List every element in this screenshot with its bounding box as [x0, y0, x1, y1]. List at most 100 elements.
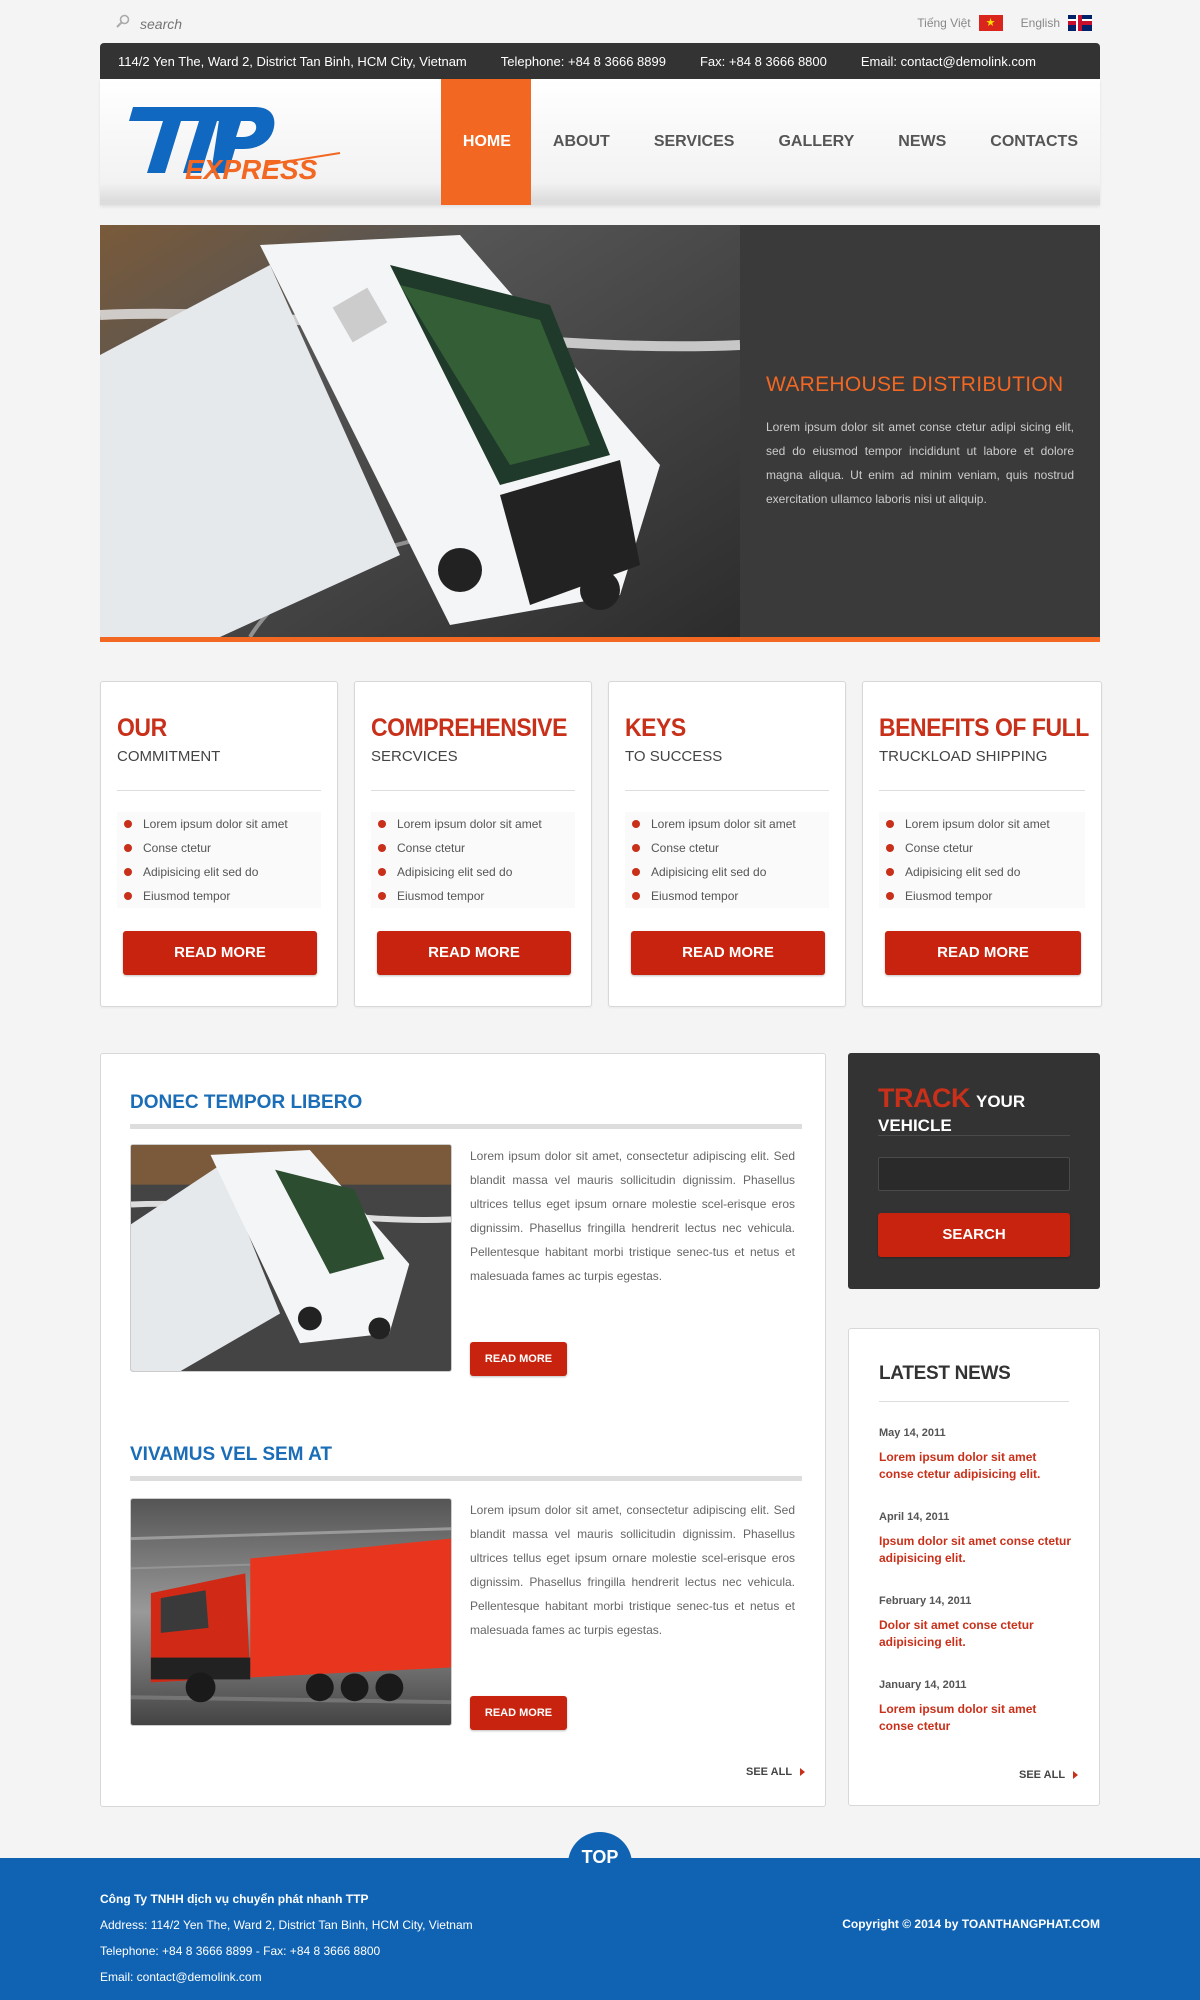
divider	[130, 1124, 802, 1129]
news-item: April 14, 2011 Ipsum dolor sit amet cons…	[879, 1511, 1074, 1567]
see-all-link[interactable]: SEE ALL	[1019, 1769, 1079, 1781]
news-link[interactable]: Lorem ipsum dolor sit amet conse ctetur …	[879, 1449, 1074, 1483]
contact-fax: Fax: +84 8 3666 8800	[700, 54, 827, 69]
list-item: Conse ctetur	[371, 836, 575, 860]
see-all-label: SEE ALL	[746, 1766, 793, 1778]
track-vehicle-widget: TRACK YOUR VEHICLE SEARCH	[848, 1053, 1100, 1289]
feature-box-services: COMPREHENSIVE SERCVICES Lorem ipsum dolo…	[354, 681, 592, 1007]
news-title: LATEST NEWS	[879, 1363, 1011, 1384]
news-date: February 14, 2011	[879, 1595, 972, 1607]
news-date: May 14, 2011	[879, 1427, 946, 1439]
list-item: Lorem ipsum dolor sit amet	[879, 812, 1085, 836]
read-more-button[interactable]: READ MORE	[377, 931, 571, 975]
contact-bar: 114/2 Yen The, Ward 2, District Tan Binh…	[100, 43, 1100, 79]
hero-truck-image	[100, 225, 740, 637]
feature-subtitle: COMMITMENT	[117, 748, 221, 765]
vietnam-flag-icon	[978, 15, 1003, 31]
feature-title: OUR	[117, 714, 167, 742]
read-more-button[interactable]: READ MORE	[470, 1696, 567, 1730]
fax-label: Fax:	[699, 53, 726, 69]
search-box	[116, 14, 300, 33]
feature-list: Lorem ipsum dolor sit amet Conse ctetur …	[625, 812, 829, 908]
news-link[interactable]: Ipsum dolor sit amet conse ctetur adipis…	[879, 1533, 1074, 1567]
news-link[interactable]: Dolor sit amet conse ctetur adipisicing …	[879, 1617, 1074, 1651]
footer-email: Email: contact@demolink.com	[100, 1970, 262, 1984]
track-title: TRACK YOUR VEHICLE	[878, 1083, 1100, 1136]
search-icon[interactable]	[116, 14, 130, 33]
nav-services[interactable]: SERVICES	[632, 79, 757, 205]
lang-english[interactable]: English	[1021, 15, 1092, 31]
news-date: April 14, 2011	[879, 1511, 950, 1523]
telephone-value: +84 8 3666 8899	[568, 53, 666, 69]
lang-vietnamese-label: Tiếng Việt	[917, 16, 971, 30]
feature-title: BENEFITS OF FULL	[879, 714, 1089, 742]
nav-gallery[interactable]: GALLERY	[756, 79, 876, 205]
read-more-button[interactable]: READ MORE	[123, 931, 317, 975]
fax-value: +84 8 3666 8800	[728, 53, 827, 69]
list-item: Adipisicing elit sed do	[879, 860, 1085, 884]
footer-copyright: Copyright © 2014 by TOANTHANGPHAT.COM	[842, 1917, 1100, 1931]
tracking-number-input[interactable]	[878, 1157, 1070, 1191]
divider	[878, 1135, 1070, 1136]
read-more-button[interactable]: READ MORE	[631, 931, 825, 975]
feature-boxes: OUR COMMITMENT Lorem ipsum dolor sit ame…	[100, 681, 1102, 1007]
feature-list: Lorem ipsum dolor sit amet Conse ctetur …	[879, 812, 1085, 908]
list-item: Conse ctetur	[625, 836, 829, 860]
article-text: Lorem ipsum dolor sit amet, consectetur …	[470, 1149, 795, 1283]
contact-address: 114/2 Yen The, Ward 2, District Tan Binh…	[118, 53, 467, 69]
list-item: Lorem ipsum dolor sit amet	[625, 812, 829, 836]
feature-list: Lorem ipsum dolor sit amet Conse ctetur …	[371, 812, 575, 908]
article-title[interactable]: DONEC TEMPOR LIBERO	[130, 1092, 802, 1122]
read-more-button[interactable]: READ MORE	[885, 931, 1081, 975]
email-label: Email:	[860, 53, 897, 69]
list-item: Lorem ipsum dolor sit amet	[371, 812, 575, 836]
search-input[interactable]	[140, 15, 300, 32]
main-content: DONEC TEMPOR LIBERO Lorem ipsum dolor si…	[100, 1053, 826, 1807]
list-item: Adipisicing elit sed do	[625, 860, 829, 884]
latest-news-widget: LATEST NEWS May 14, 2011 Lorem ipsum dol…	[848, 1328, 1100, 1806]
divider	[879, 1401, 1069, 1402]
see-all-link[interactable]: SEE ALL	[746, 1766, 806, 1778]
search-button[interactable]: SEARCH	[878, 1213, 1070, 1257]
news-link[interactable]: Lorem ipsum dolor sit amet conse ctetur	[879, 1701, 1074, 1735]
feature-subtitle: SERCVICES	[371, 748, 458, 765]
article-text: Lorem ipsum dolor sit amet, consectetur …	[470, 1503, 795, 1637]
logo-wordmark: EXPRESS	[185, 154, 318, 181]
list-item: Adipisicing elit sed do	[371, 860, 575, 884]
back-to-top-button[interactable]: TOP	[568, 1832, 632, 1896]
news-item: February 14, 2011 Dolor sit amet conse c…	[879, 1595, 1074, 1651]
divider	[371, 790, 575, 791]
top-bar: Tiếng Việt English	[100, 0, 1100, 43]
contact-telephone: Telephone: +84 8 3666 8899	[501, 54, 666, 69]
footer-info: Công Ty TNHH dịch vụ chuyển phát nhanh T…	[100, 1886, 473, 1990]
nav-news[interactable]: NEWS	[876, 79, 968, 205]
article-truck-image[interactable]	[130, 1144, 452, 1372]
see-all-label: SEE ALL	[1019, 1769, 1066, 1781]
article-red-truck-image[interactable]	[130, 1498, 452, 1726]
email-link[interactable]: contact@demolink.com	[901, 54, 1036, 69]
hero-slider: WAREHOUSE DISTRIBUTION Lorem ipsum dolor…	[100, 225, 1100, 642]
feature-box-commitment: OUR COMMITMENT Lorem ipsum dolor sit ame…	[100, 681, 338, 1007]
feature-list: Lorem ipsum dolor sit amet Conse ctetur …	[117, 812, 321, 908]
read-more-button[interactable]: READ MORE	[470, 1342, 567, 1376]
divider	[130, 1476, 802, 1481]
lang-vietnamese[interactable]: Tiếng Việt	[917, 15, 1003, 31]
feature-subtitle: TRUCKLOAD SHIPPING	[879, 748, 1048, 765]
feature-subtitle: TO SUCCESS	[625, 748, 723, 765]
article-donec: DONEC TEMPOR LIBERO Lorem ipsum dolor si…	[130, 1092, 802, 1376]
track-title-red: TRACK	[878, 1083, 971, 1113]
feature-box-benefits: BENEFITS OF FULL TRUCKLOAD SHIPPING Lore…	[862, 681, 1102, 1007]
divider	[117, 790, 321, 791]
logo[interactable]: EXPRESS	[125, 101, 345, 185]
nav-about[interactable]: ABOUT	[531, 79, 632, 205]
arrow-right-icon	[1073, 1771, 1079, 1779]
nav-home[interactable]: HOME	[440, 79, 531, 205]
lang-english-label: English	[1020, 16, 1060, 30]
article-title[interactable]: VIVAMUS VEL SEM AT	[130, 1444, 802, 1474]
list-item: Conse ctetur	[117, 836, 321, 860]
footer-address: Address: 114/2 Yen The, Ward 2, District…	[100, 1918, 473, 1932]
hero-text: Lorem ipsum dolor sit amet conse ctetur …	[766, 420, 1074, 506]
news-item: January 14, 2011 Lorem ipsum dolor sit a…	[879, 1679, 1074, 1735]
divider	[625, 790, 829, 791]
nav-contacts[interactable]: CONTACTS	[968, 79, 1100, 205]
